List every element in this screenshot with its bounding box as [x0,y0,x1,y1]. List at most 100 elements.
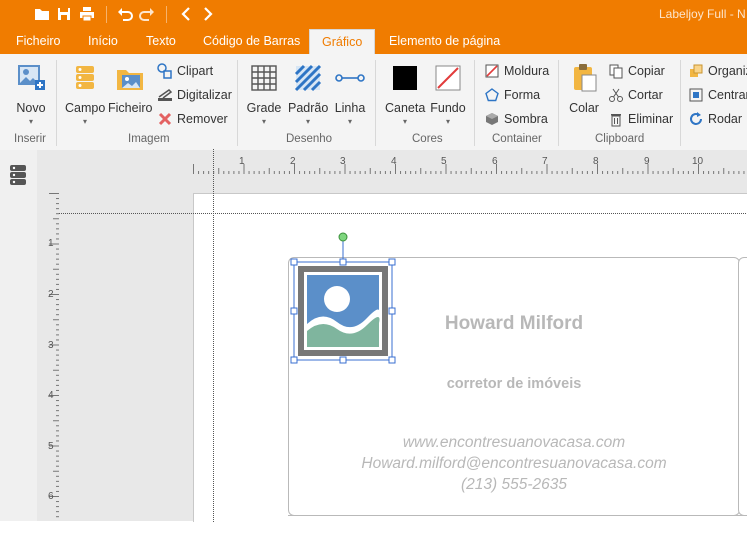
card-phone[interactable]: (213) 555-2635 [289,476,739,494]
ruler-mark: 6 [48,491,54,502]
cortar-button[interactable]: Cortar [608,85,663,105]
organizar-label: Organiz [708,64,747,78]
ruler-mark: 9 [644,156,650,167]
campo-button[interactable]: Campo ▾ [65,62,105,127]
side-panel [0,150,38,521]
pentagon-icon [485,88,499,102]
fundo-label: Fundo [430,101,466,115]
copiar-button[interactable]: Copiar [608,61,665,81]
horizontal-ruler-ticks [193,164,745,174]
eliminar-button[interactable]: Eliminar [608,109,673,129]
tab-texto[interactable]: Texto [146,34,176,48]
digitalizar-button[interactable]: Digitalizar [157,85,232,105]
open-folder-icon[interactable] [33,5,51,23]
padrao-label: Padrão [288,101,329,115]
selected-image-element[interactable] [290,232,396,366]
organizar-button[interactable]: Organiz [688,61,747,81]
moldura-button[interactable]: Moldura [484,61,549,81]
paste-icon [574,64,597,92]
card-email[interactable]: Howard.milford@encontresuanovacasa.com [289,455,739,473]
grade-label: Grade [246,101,282,115]
save-icon[interactable] [55,5,73,23]
ruler-mark: 1 [48,238,54,249]
separator [474,60,475,146]
ruler-mark: 2 [48,289,54,300]
cortar-label: Cortar [628,88,663,102]
tab-elemento-de-pagina[interactable]: Elemento de página [389,34,500,48]
moldura-label: Moldura [504,64,550,78]
group-clipboard: Clipboard [595,133,645,145]
ribbon-tabs: Ficheiro Início Texto Código de Barras G… [0,29,747,54]
chevron-down-icon: ▾ [261,117,266,126]
margin-guide-vertical [213,149,214,522]
background-color-icon [435,65,461,91]
pen-color-icon [393,66,417,90]
new-image-icon [18,65,45,90]
trash-icon [611,114,621,127]
group-cores: Cores [412,133,443,145]
back-icon[interactable] [177,5,195,23]
caneta-label: Caneta [385,101,426,115]
digitalizar-label: Digitalizar [177,88,232,102]
tab-ficheiro[interactable]: Ficheiro [16,34,60,48]
ruler-mark: 3 [340,156,346,167]
scanner-icon [158,89,173,101]
forma-button[interactable]: Forma [484,85,540,105]
label-page[interactable]: Howard Milford corretor de imóveis www.e… [59,149,747,522]
card-website[interactable]: www.encontresuanovacasa.com [289,434,739,452]
ruler-mark: 4 [48,390,54,401]
separator [56,60,57,146]
ribbon: Novo ▾ Inserir Campo ▾ Ficheiro Clipart … [0,54,747,151]
ruler-mark: 4 [391,156,397,167]
shapes-icon [157,63,172,79]
centrar-button[interactable]: Centrar [688,85,747,105]
vertical-ruler: 1 2 3 4 5 6 [37,193,59,521]
ruler-mark: 8 [593,156,599,167]
forward-icon[interactable] [199,5,217,23]
eliminar-label: Eliminar [628,112,674,126]
grade-button[interactable]: Grade ▾ [246,62,282,127]
ruler-mark: 5 [48,441,54,452]
ruler-mark: 5 [441,156,447,167]
ruler-mark: 2 [290,156,296,167]
chevron-down-icon: ▾ [402,117,407,126]
rotate-icon [690,112,702,125]
caneta-button[interactable]: Caneta ▾ [385,62,425,127]
colar-button[interactable]: Colar [566,62,602,115]
tab-inicio[interactable]: Início [88,34,118,48]
clipart-button[interactable]: Clipart [157,61,213,81]
chevron-down-icon: ▾ [347,117,352,126]
padrao-button[interactable]: Padrão ▾ [288,62,328,127]
remove-x-icon [158,112,172,126]
tab-grafico[interactable]: Gráfico [309,29,376,54]
card-role[interactable]: corretor de imóveis [289,376,739,392]
chevron-down-icon: ▾ [28,117,33,126]
layers-toggle-icon[interactable] [9,164,27,186]
tab-codigo-de-barras[interactable]: Código de Barras [203,34,300,48]
horizontal-ruler: 1 2 3 4 5 6 7 8 9 10 [193,150,747,174]
rodar-button[interactable]: Rodar [688,109,742,129]
ruler-mark: 1 [239,156,245,167]
business-card-next[interactable] [738,257,747,516]
pattern-icon [294,64,322,92]
grid-icon [251,65,277,91]
novo-button[interactable]: Novo ▾ [12,62,50,127]
undo-icon[interactable] [116,5,134,23]
fundo-button[interactable]: Fundo ▾ [429,62,467,127]
chevron-down-icon: ▾ [305,117,310,126]
group-inserir: Inserir [14,133,46,145]
sombra-button[interactable]: Sombra [484,109,548,129]
centrar-label: Centrar [708,88,747,102]
title-bar: Labeljoy Full - N [0,0,747,29]
line-icon [335,74,365,82]
linha-button[interactable]: Linha ▾ [333,62,367,127]
remover-button[interactable]: Remover [157,109,228,129]
redo-icon[interactable] [138,5,156,23]
arrange-icon [690,64,703,77]
shadow-cube-icon [486,113,498,125]
center-icon [689,88,703,102]
ruler-mark: 7 [542,156,548,167]
print-icon[interactable] [78,5,96,23]
copy-icon [609,64,623,79]
ficheiro-image-button[interactable]: Ficheiro [108,62,152,115]
